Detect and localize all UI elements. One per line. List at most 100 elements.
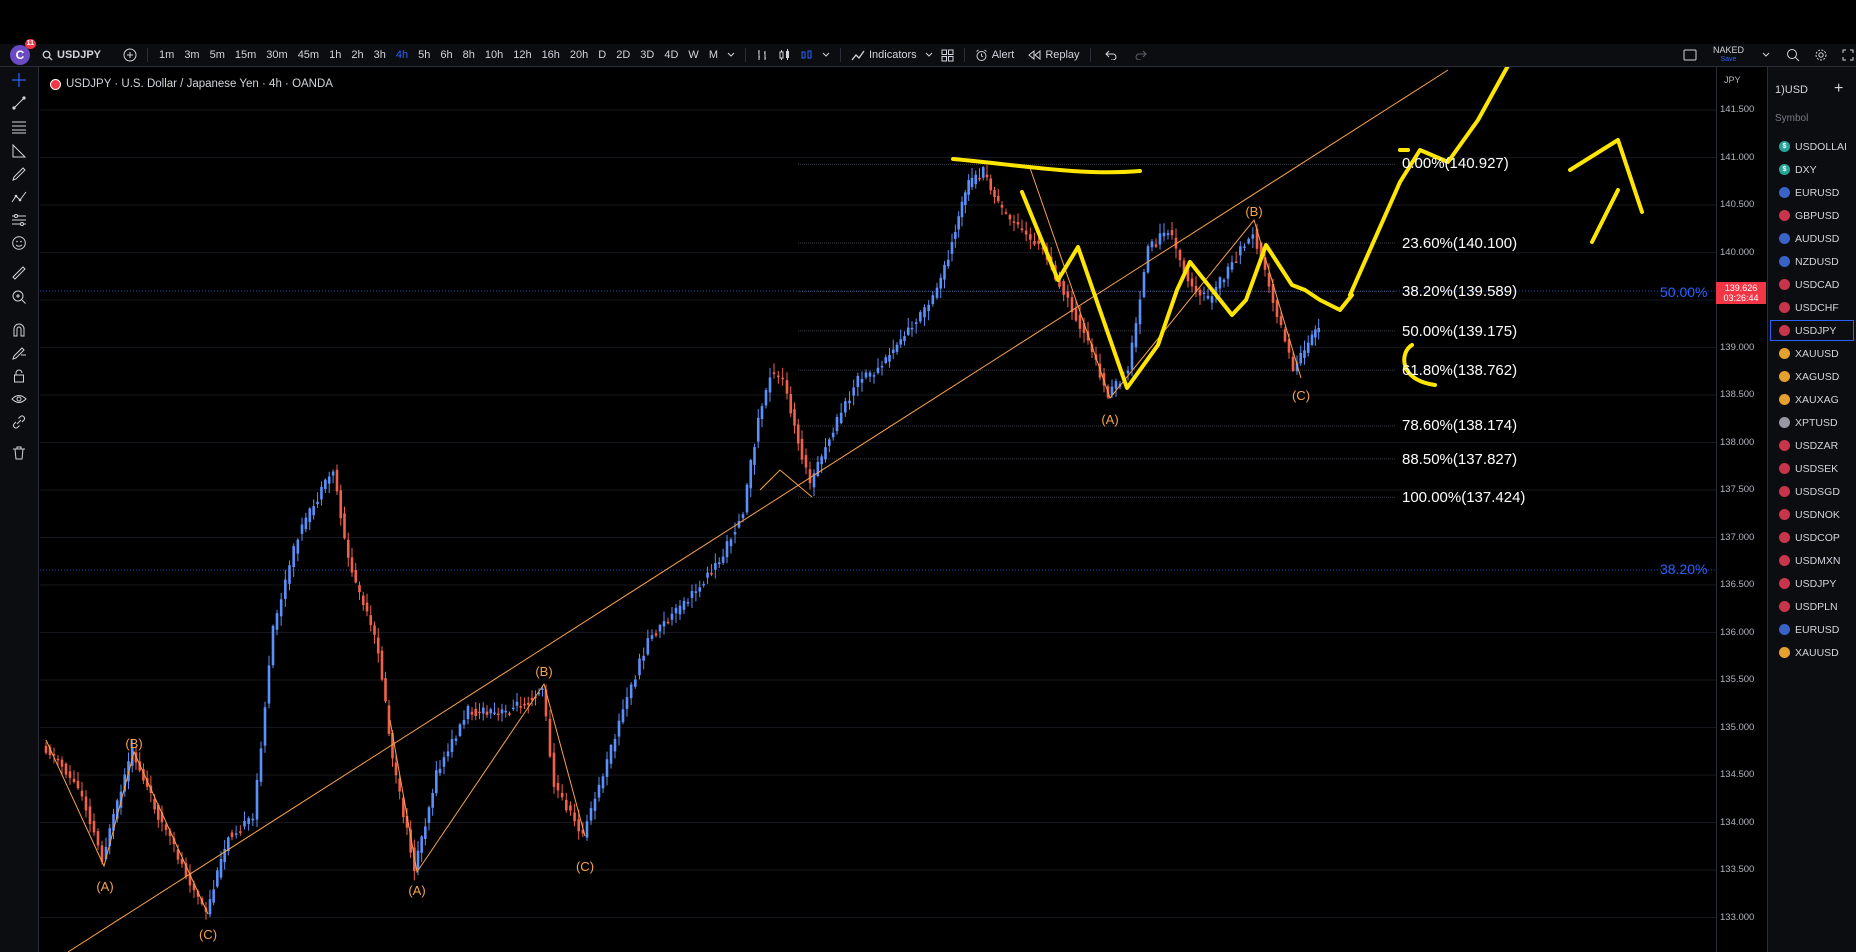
- interval-button[interactable]: W: [683, 49, 703, 61]
- add-symbol-icon[interactable]: +: [1834, 80, 1843, 98]
- interval-button[interactable]: 5h: [413, 49, 435, 61]
- layout-name-button[interactable]: NAKED Save: [1713, 46, 1744, 64]
- indicators-button[interactable]: Indicators: [851, 49, 917, 61]
- gear-icon[interactable]: [1814, 48, 1828, 62]
- interval-button[interactable]: 6h: [435, 49, 457, 61]
- interval-button[interactable]: 20h: [565, 49, 593, 61]
- interval-button[interactable]: 1m: [154, 49, 179, 61]
- watchlist-item[interactable]: USDMXN: [1770, 550, 1854, 571]
- ruler-icon[interactable]: [9, 263, 29, 283]
- watchlist-item[interactable]: XPTUSD: [1770, 412, 1854, 433]
- lock-icon[interactable]: [9, 366, 29, 386]
- candle-body: [1146, 246, 1150, 273]
- price-tick-label: 141.000: [1720, 151, 1755, 163]
- watchlist-item[interactable]: USDSEK: [1770, 458, 1854, 479]
- eye-icon[interactable]: [9, 389, 29, 409]
- watchlist-item[interactable]: USDCOP: [1770, 527, 1854, 548]
- watchlist-item[interactable]: USDJPY: [1770, 573, 1854, 594]
- link-icon[interactable]: [9, 412, 29, 432]
- compare-symbol-button[interactable]: [123, 48, 137, 62]
- fullscreen-square-icon[interactable]: [1683, 49, 1697, 61]
- hollow-candles-icon[interactable]: [800, 48, 814, 62]
- watchlist-item[interactable]: AUDUSD: [1770, 228, 1854, 249]
- alert-button[interactable]: Alert: [975, 49, 1014, 62]
- templates-icon[interactable]: [941, 49, 954, 62]
- watchlist-item[interactable]: USDZAR: [1770, 435, 1854, 456]
- watchlist-item[interactable]: EURUSD: [1770, 619, 1854, 640]
- watchlist-item[interactable]: USDCHF: [1770, 297, 1854, 318]
- price-chart[interactable]: [38, 67, 1716, 952]
- watchlist-item[interactable]: XAUUSD: [1770, 642, 1854, 663]
- interval-button[interactable]: 5m: [205, 49, 230, 61]
- watchlist-item[interactable]: USDCAD: [1770, 274, 1854, 295]
- watchlist-item[interactable]: XAGUSD: [1770, 366, 1854, 387]
- interval-button[interactable]: D: [593, 49, 611, 61]
- interval-button[interactable]: 30m: [261, 49, 292, 61]
- interval-button[interactable]: 4h: [391, 49, 413, 61]
- watchlist-item[interactable]: USDJPY: [1770, 320, 1854, 341]
- redo-icon[interactable]: [1135, 50, 1147, 60]
- prediction-icon[interactable]: [9, 187, 29, 207]
- trash-icon[interactable]: [9, 443, 29, 463]
- candle-body: [946, 259, 950, 267]
- interval-button[interactable]: 3m: [179, 49, 204, 61]
- candle-body: [259, 748, 263, 782]
- interval-button[interactable]: 3h: [369, 49, 391, 61]
- pattern-icon[interactable]: [9, 141, 29, 161]
- watchlist-item[interactable]: EURUSD: [1770, 182, 1854, 203]
- crosshair-icon[interactable]: [9, 70, 29, 90]
- candle-body: [416, 850, 420, 871]
- undo-icon[interactable]: [1104, 50, 1117, 60]
- watchlist-item[interactable]: USDPLN: [1770, 596, 1854, 617]
- magnet-icon[interactable]: [9, 320, 29, 340]
- watchlist-item[interactable]: $ USDOLLAI: [1770, 136, 1854, 157]
- watchlist-item[interactable]: XAUXAG: [1770, 389, 1854, 410]
- replay-button[interactable]: Replay: [1028, 49, 1080, 61]
- candle-body: [662, 621, 666, 627]
- emoji-icon[interactable]: [9, 233, 29, 253]
- interval-button[interactable]: M: [704, 49, 723, 61]
- chevron-down-icon[interactable]: [925, 52, 933, 58]
- watchlist-item[interactable]: XAUUSD: [1770, 343, 1854, 364]
- interval-button[interactable]: 15m: [230, 49, 261, 61]
- candle-body: [593, 798, 597, 811]
- price-tick-label: 137.500: [1720, 484, 1755, 495]
- fullscreen-icon[interactable]: [1842, 49, 1854, 61]
- bar-style-icon[interactable]: [756, 48, 770, 62]
- trendline-icon[interactable]: [9, 93, 29, 113]
- watchlist-item[interactable]: GBPUSD: [1770, 205, 1854, 226]
- measure-tools-icon[interactable]: [9, 210, 29, 230]
- price-tick-label: 138.500: [1720, 389, 1755, 400]
- stay-drawing-icon[interactable]: [9, 343, 29, 363]
- quick-search-icon[interactable]: [1786, 48, 1800, 62]
- candles-icon[interactable]: [778, 48, 792, 62]
- chevron-down-icon[interactable]: [1762, 52, 1770, 58]
- avatar[interactable]: C 11: [10, 39, 36, 65]
- candle-body: [380, 650, 384, 680]
- candle-body: [914, 322, 918, 324]
- axis-currency[interactable]: JPY: [1724, 75, 1741, 85]
- watchlist-item[interactable]: $ DXY: [1770, 159, 1854, 180]
- interval-button[interactable]: 12h: [508, 49, 536, 61]
- interval-button[interactable]: 4D: [659, 49, 683, 61]
- fib-retracement-icon[interactable]: [9, 117, 29, 137]
- interval-button[interactable]: 1h: [324, 49, 346, 61]
- watchlist-item[interactable]: USDNOK: [1770, 504, 1854, 525]
- watchlist-column-header[interactable]: Symbol: [1775, 113, 1808, 124]
- zoom-in-icon[interactable]: [9, 287, 29, 307]
- interval-button[interactable]: 8h: [458, 49, 480, 61]
- interval-button[interactable]: 16h: [537, 49, 565, 61]
- interval-button[interactable]: 3D: [635, 49, 659, 61]
- candle-body: [658, 624, 662, 632]
- interval-button[interactable]: 45m: [293, 49, 324, 61]
- interval-button[interactable]: 2h: [346, 49, 368, 61]
- brush-icon[interactable]: [9, 164, 29, 184]
- interval-button[interactable]: 2D: [611, 49, 635, 61]
- interval-button[interactable]: 10h: [480, 49, 508, 61]
- watchlist-item[interactable]: NZDUSD: [1770, 251, 1854, 272]
- watchlist-title[interactable]: 1)USD: [1775, 84, 1808, 96]
- symbol-search[interactable]: USDJPY: [42, 49, 101, 61]
- watchlist-item[interactable]: USDSGD: [1770, 481, 1854, 502]
- chevron-down-icon[interactable]: [727, 52, 735, 58]
- chevron-down-icon[interactable]: [822, 52, 830, 58]
